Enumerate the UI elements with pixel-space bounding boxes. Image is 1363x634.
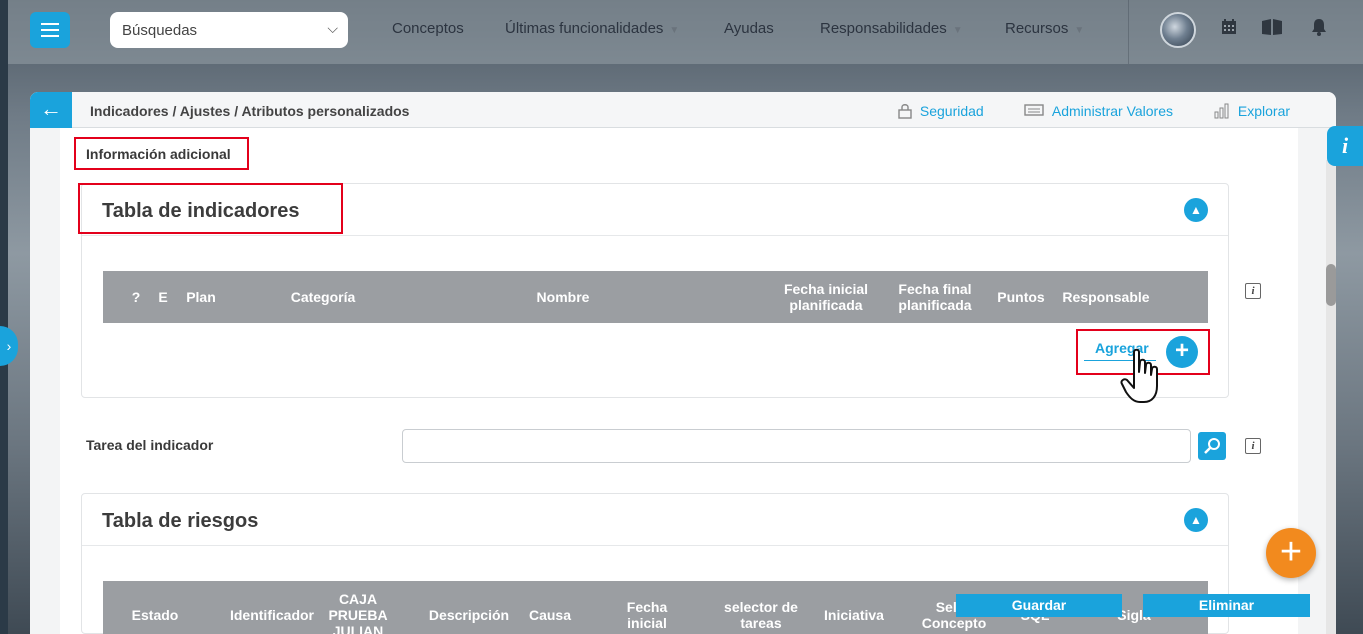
hand-pointer-icon — [1120, 348, 1164, 406]
left-edge-strip — [0, 0, 8, 634]
book-icon[interactable] — [1261, 18, 1283, 40]
keyboard-icon — [1024, 103, 1048, 119]
highlight-box — [78, 183, 343, 234]
explorar-action[interactable]: Explorar — [1214, 103, 1290, 119]
column-header: E — [158, 289, 168, 305]
nav-label: Responsabilidades — [820, 20, 947, 37]
column-header: Categoría — [290, 289, 356, 305]
column-header: Fecha final planificada — [898, 281, 972, 313]
collapse-chevron-up-icon[interactable]: ▲ — [1184, 198, 1208, 222]
info-icon[interactable]: i — [1245, 283, 1261, 299]
bar-chart-icon — [1214, 103, 1234, 119]
column-header: Responsable — [1062, 289, 1150, 305]
back-arrow-button[interactable]: ← — [30, 92, 72, 128]
search-dropdown-label: Búsquedas — [122, 22, 198, 39]
security-action[interactable]: Seguridad — [898, 103, 984, 119]
floating-add-button[interactable]: + — [1266, 528, 1316, 578]
indicators-table-header: ? E Plan Categoría Nombre Fecha inicial … — [103, 271, 1208, 323]
administrar-valores-label: Administrar Valores — [1051, 103, 1174, 119]
menu-line — [41, 23, 59, 25]
collapse-chevron-up-icon[interactable]: ▲ — [1184, 508, 1208, 532]
nav-label: Recursos — [1005, 20, 1069, 37]
user-avatar[interactable] — [1160, 12, 1196, 48]
column-header: Fecha inicial — [626, 599, 668, 631]
search-magnifier-button[interactable] — [1198, 432, 1226, 460]
column-header: ? — [131, 289, 141, 305]
column-header: Identificador — [229, 607, 314, 623]
tarea-indicador-input[interactable] — [402, 429, 1191, 463]
column-header: Causa — [528, 607, 572, 623]
tarea-indicador-label: Tarea del indicador — [86, 437, 214, 453]
nav-conceptos[interactable]: Conceptos — [392, 20, 464, 37]
search-dropdown[interactable]: Búsquedas ⌵ — [110, 12, 348, 48]
highlight-box — [74, 137, 249, 170]
caret-down-icon: ▼ — [1074, 25, 1085, 36]
hamburger-menu-button[interactable] — [30, 12, 70, 48]
nav-recursos[interactable]: Recursos ▼ — [1005, 20, 1084, 37]
caret-down-icon: ▼ — [669, 25, 680, 36]
caret-down-icon: ▼ — [952, 25, 963, 36]
nav-label: Últimas funcionalidades — [505, 20, 664, 37]
menu-line — [41, 35, 59, 37]
bell-icon[interactable] — [1308, 18, 1330, 40]
column-header: Puntos — [997, 289, 1045, 305]
column-header: selector de tareas — [724, 599, 798, 631]
card-header: ← Indicadores / Ajustes / Atributos pers… — [30, 92, 1336, 128]
panel-divider — [82, 545, 1228, 546]
nav-ayudas[interactable]: Ayudas — [724, 20, 774, 37]
explorar-label: Explorar — [1237, 103, 1291, 119]
column-header: Descripción — [428, 607, 510, 623]
calendar-icon[interactable] — [1218, 18, 1240, 40]
vertical-scrollbar[interactable] — [1326, 160, 1336, 634]
info-icon[interactable]: i — [1245, 438, 1261, 454]
guardar-button[interactable]: Guardar — [956, 594, 1122, 617]
topbar-divider — [1128, 0, 1129, 64]
lock-icon — [898, 103, 916, 119]
column-header: Plan — [186, 289, 216, 305]
nav-responsabilidades[interactable]: Responsabilidades ▼ — [820, 20, 963, 37]
top-bar: Búsquedas ⌵ Conceptos Últimas funcionali… — [8, 0, 1363, 64]
column-header: Fecha inicial planificada — [783, 281, 869, 313]
sidebar-toggle-button[interactable]: › — [0, 326, 18, 366]
nav-ultimas-funcionalidades[interactable]: Últimas funcionalidades ▼ — [505, 20, 679, 37]
column-header: Estado — [131, 607, 179, 623]
panel-divider — [82, 235, 1228, 236]
menu-line — [41, 29, 59, 31]
security-label: Seguridad — [919, 103, 984, 119]
risks-table-title: Tabla de riesgos — [102, 510, 259, 532]
column-header: Nombre — [536, 289, 590, 305]
info-panel-tab-icon[interactable]: i — [1327, 126, 1363, 166]
column-header: CAJA PRUEBA JULIAN — [328, 591, 388, 634]
breadcrumb: Indicadores / Ajustes / Atributos person… — [90, 103, 410, 119]
administrar-valores-action[interactable]: Administrar Valores — [1024, 103, 1173, 119]
eliminar-button[interactable]: Eliminar — [1143, 594, 1310, 617]
column-header: Iniciativa — [824, 607, 884, 623]
scrollbar-thumb[interactable] — [1326, 264, 1336, 306]
chevron-down-icon: ⌵ — [327, 20, 338, 36]
